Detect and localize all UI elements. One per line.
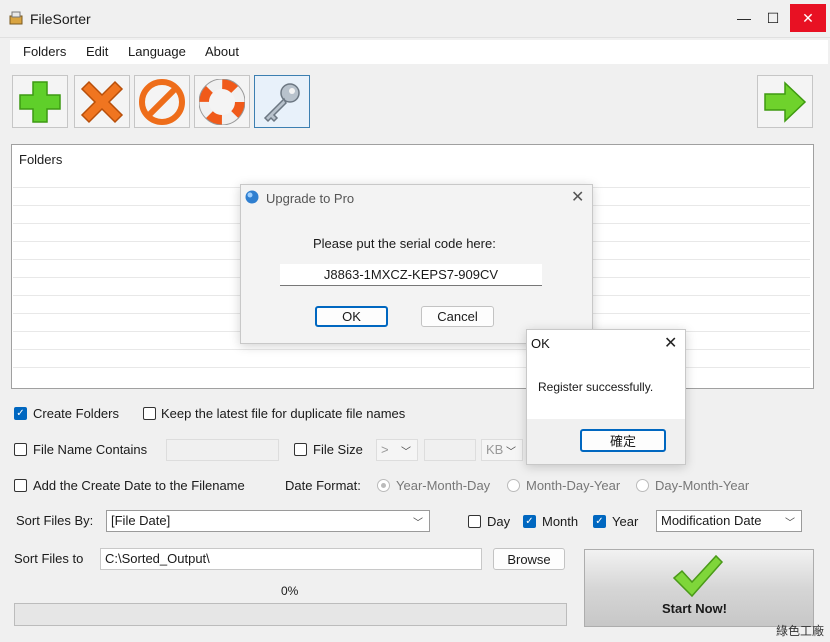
create-folders-label: Create Folders <box>33 406 119 421</box>
date-format-dmy-radio[interactable] <box>636 479 649 492</box>
file-name-contains-input[interactable] <box>166 439 279 461</box>
sort-day-checkbox[interactable] <box>468 515 481 528</box>
sort-to-label: Sort Files to <box>14 551 84 566</box>
sort-year-checkbox[interactable]: ✓ <box>593 515 606 528</box>
file-name-contains-checkbox[interactable] <box>14 443 27 456</box>
progress-bar <box>14 603 567 626</box>
key-icon <box>263 82 300 122</box>
x-icon <box>80 80 124 123</box>
list-row-divider <box>13 367 810 368</box>
file-size-unit-select[interactable]: KB ﹀ <box>481 439 523 461</box>
file-size-label: File Size <box>313 442 363 457</box>
progress-text: 0% <box>281 584 299 598</box>
start-now-label: Start Now! <box>662 601 727 616</box>
date-format-mdy-radio[interactable] <box>507 479 520 492</box>
watermark: 綠色工廠 <box>775 624 824 638</box>
ok-dialog-message: Register successfully. <box>538 380 654 394</box>
list-row-divider <box>13 349 810 350</box>
ok-dialog-confirm-button[interactable]: 確定 <box>580 429 666 452</box>
lifebuoy-icon <box>199 78 245 125</box>
minimize-button[interactable]: — <box>730 4 758 32</box>
sort-month-checkbox[interactable]: ✓ <box>523 515 536 528</box>
upgrade-cancel-button[interactable]: Cancel <box>421 306 494 327</box>
browse-button[interactable]: Browse <box>493 548 565 570</box>
file-name-contains-label: File Name Contains <box>33 442 148 457</box>
create-folders-checkbox[interactable]: ✓ <box>14 407 27 420</box>
sort-day-label: Day <box>487 514 511 529</box>
keep-latest-checkbox[interactable] <box>143 407 156 420</box>
date-format-dmy-label: Day-Month-Year <box>655 478 750 493</box>
upgrade-dialog-close-icon[interactable]: ✕ <box>571 187 584 207</box>
date-format-ymd-label: Year-Month-Day <box>396 478 491 493</box>
date-format-label: Date Format: <box>285 478 361 493</box>
date-format-mdy-label: Month-Day-Year <box>526 478 621 493</box>
globe-icon <box>245 190 259 207</box>
no-entry-icon <box>139 78 185 125</box>
sort-by-label: Sort Files By: <box>16 513 94 528</box>
add-create-date-checkbox[interactable] <box>14 479 27 492</box>
register-button[interactable] <box>254 75 310 128</box>
ok-dialog-close-icon[interactable]: ✕ <box>664 333 677 353</box>
ok-dialog-title: OK <box>531 336 550 351</box>
plus-icon <box>19 80 61 123</box>
serial-input[interactable]: J8863-1MXCZ-KEPS7-909CV <box>280 264 542 286</box>
upgrade-ok-button[interactable]: OK <box>315 306 388 327</box>
app-logo-icon <box>8 10 24 26</box>
window-title: FileSorter <box>30 11 91 27</box>
remove-folder-button[interactable] <box>74 75 130 128</box>
date-format-ymd-radio[interactable] <box>377 479 390 492</box>
upgrade-dialog-title: Upgrade to Pro <box>266 191 355 206</box>
help-button[interactable] <box>194 75 250 128</box>
clear-button[interactable] <box>134 75 190 128</box>
file-size-operator-select[interactable]: > ﹀ <box>376 439 418 461</box>
output-path-input[interactable]: C:\Sorted_Output\ <box>100 548 482 570</box>
menu-folders[interactable]: Folders <box>23 44 66 59</box>
add-create-date-label: Add the Create Date to the Filename <box>33 478 245 493</box>
date-type-select[interactable]: Modification Date ﹀ <box>656 510 802 532</box>
arrow-right-icon <box>764 80 807 123</box>
keep-latest-label: Keep the latest file for duplicate file … <box>161 406 406 421</box>
folders-column-header: Folders <box>19 152 63 167</box>
menu-about[interactable]: About <box>205 44 239 59</box>
maximize-button[interactable]: ☐ <box>759 4 787 32</box>
menu-edit[interactable]: Edit <box>86 44 108 59</box>
menu-language[interactable]: Language <box>128 44 186 59</box>
serial-prompt: Please put the serial code here: <box>313 236 496 251</box>
sort-year-label: Year <box>612 514 639 529</box>
add-folder-button[interactable] <box>12 75 68 128</box>
title-bar <box>0 0 830 38</box>
close-button[interactable]: ✕ <box>790 4 826 32</box>
next-button[interactable] <box>757 75 813 128</box>
file-size-checkbox[interactable] <box>294 443 307 456</box>
sort-month-label: Month <box>542 514 579 529</box>
checkmark-icon <box>672 554 724 603</box>
sort-by-select[interactable]: [File Date] ﹀ <box>106 510 430 532</box>
file-size-input[interactable] <box>424 439 476 461</box>
